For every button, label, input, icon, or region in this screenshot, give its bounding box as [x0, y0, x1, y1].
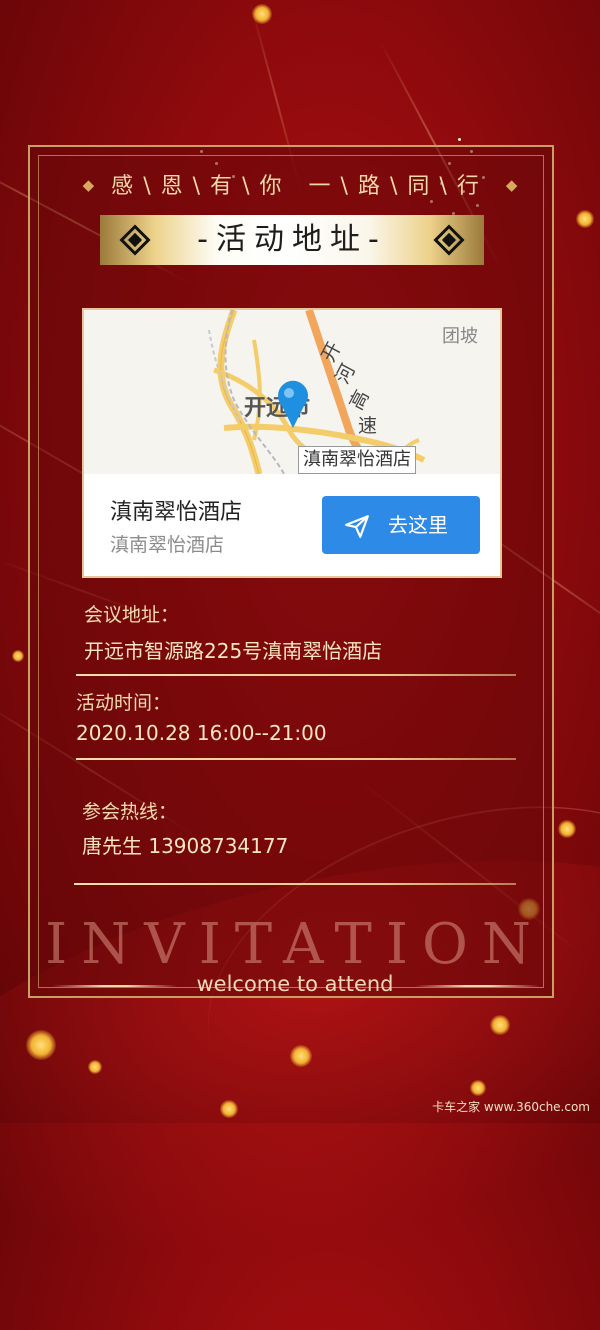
map-label-highway: 开 河 高 速	[317, 338, 402, 460]
tagline-char: 你	[259, 174, 292, 199]
welcome-text: welcome to attend	[196, 972, 394, 996]
hotline-value: 唐先生 13908734177	[82, 834, 289, 858]
tagline-char: 有	[210, 174, 243, 199]
location-map-card[interactable]: 团坡 开远市 开 河 高 速 滇南翠怡酒店 滇南翠怡酒店 滇南翠怡酒店 去这里	[82, 308, 502, 578]
map-pin-label: 滇南翠怡酒店	[298, 446, 416, 474]
tagline-char: 行	[456, 174, 489, 199]
diamond-ornament-icon	[433, 224, 465, 256]
navigate-button-label: 去这里	[388, 513, 448, 537]
tagline-char: 恩	[160, 174, 193, 199]
decorative-line	[415, 985, 540, 987]
map-view[interactable]: 团坡 开远市 开 河 高 速 滇南翠怡酒店	[84, 310, 500, 474]
navigate-button[interactable]: 去这里	[322, 496, 480, 554]
section-title-bar: -活动地址-	[100, 215, 484, 265]
activity-time-value: 2020.10.28 16:00--21:00	[76, 721, 327, 745]
tagline-char: 一	[308, 174, 341, 199]
activity-time-label: 活动时间：	[76, 692, 172, 714]
meeting-address-label: 会议地址：	[84, 604, 180, 626]
invitation-heading: INVITATION	[45, 912, 545, 977]
send-arrow-icon	[345, 515, 369, 538]
watermark: 卡车之家 www.360che.com	[432, 1100, 590, 1114]
hotel-name: 滇南翠怡酒店	[110, 500, 243, 525]
divider	[76, 758, 516, 760]
meeting-address-value: 开远市智源路225号滇南翠怡酒店	[84, 639, 383, 663]
highway-char: 高	[345, 386, 374, 414]
divider	[74, 883, 516, 885]
hotel-address: 滇南翠怡酒店	[110, 534, 225, 556]
tagline-char: 同	[407, 174, 440, 199]
tagline: ◆ 感\恩\有\你 一\路\同\行 ◆	[82, 174, 518, 199]
highway-char: 速	[358, 415, 378, 437]
map-info-panel: 滇南翠怡酒店 滇南翠怡酒店 去这里	[84, 474, 500, 576]
tagline-char: 感	[111, 174, 144, 199]
map-label-town: 团坡	[442, 326, 478, 347]
divider	[76, 674, 516, 676]
location-pin-icon	[278, 380, 308, 428]
hotline-label: 参会热线：	[82, 801, 178, 823]
tagline-char: 路	[357, 174, 390, 199]
section-title: -活动地址-	[197, 222, 387, 257]
